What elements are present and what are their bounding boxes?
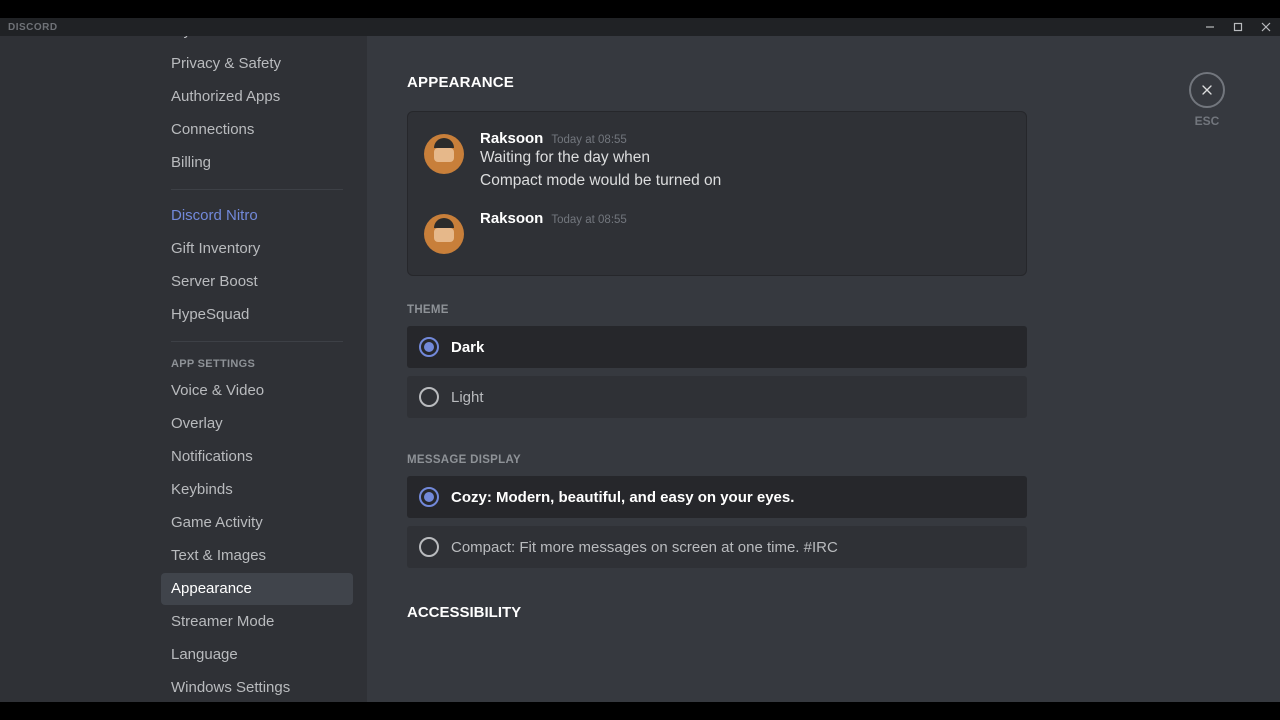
app-frame: My Account Privacy & Safety Authorized A… [0,36,1280,702]
sidebar-item-gift-inventory[interactable]: Gift Inventory [161,233,353,265]
theme-header: THEME [407,304,1027,316]
radio-icon [419,387,439,407]
radio-label: Cozy: Modern, beautiful, and easy on you… [451,489,794,506]
radio-icon [419,537,439,557]
sidebar-item-notifications[interactable]: Notifications [161,441,353,473]
esc-label: ESC [1195,114,1220,128]
sidebar-item-server-boost[interactable]: Server Boost [161,266,353,298]
sidebar-item-connections[interactable]: Connections [161,114,353,146]
letterbox-bottom [0,702,1280,720]
avatar [424,134,464,174]
close-button[interactable] [1189,72,1225,108]
sidebar-item-my-account[interactable]: My Account [161,36,353,47]
sidebar-item-streamer-mode[interactable]: Streamer Mode [161,606,353,638]
app-brand: DISCORD [8,22,58,33]
settings-sidebar: My Account Privacy & Safety Authorized A… [0,36,367,702]
radio-icon [419,337,439,357]
titlebar: DISCORD [0,18,1280,36]
sidebar-item-nitro[interactable]: Discord Nitro [161,200,353,232]
theme-radio-group: Dark Light [407,326,1027,418]
maximize-button[interactable] [1224,18,1252,36]
window-buttons [1196,18,1280,36]
theme-option-dark[interactable]: Dark [407,326,1027,368]
close-group: ESC [1189,72,1225,128]
preview-text: Compact mode would be turned on [480,170,1010,192]
sidebar-item-text-images[interactable]: Text & Images [161,540,353,572]
sidebar-item-authorized-apps[interactable]: Authorized Apps [161,81,353,113]
preview-timestamp: Today at 08:55 [551,214,626,226]
sidebar-divider [171,341,343,342]
close-window-button[interactable] [1252,18,1280,36]
sidebar-item-hypesquad[interactable]: HypeSquad [161,299,353,331]
message-display-header: MESSAGE DISPLAY [407,454,1027,466]
close-icon [1199,82,1215,98]
sidebar-item-keybinds[interactable]: Keybinds [161,474,353,506]
preview-message: Fluttering in the moonlight 😊 [408,111,1026,116]
sidebar-item-windows-settings[interactable]: Windows Settings [161,672,353,702]
radio-icon [419,487,439,507]
preview-timestamp: Today at 08:55 [551,134,626,146]
sidebar-item-privacy-safety[interactable]: Privacy & Safety [161,48,353,80]
sidebar-item-billing[interactable]: Billing [161,147,353,179]
sidebar-item-voice-video[interactable]: Voice & Video [161,375,353,407]
page-title: APPEARANCE [407,74,1027,91]
preview-text: Fluttering in the moonlight 😊 [480,111,1010,112]
message-display-radio-group: Cozy: Modern, beautiful, and easy on you… [407,476,1027,568]
radio-label: Light [451,389,484,406]
sidebar-item-appearance[interactable]: Appearance [161,573,353,605]
sidebar-item-game-activity[interactable]: Game Activity [161,507,353,539]
preview-message: Raksoon Today at 08:55 Waiting for the d… [408,126,1026,196]
preview-username: Raksoon [480,210,543,227]
sidebar-header-app-settings: APP SETTINGS [161,352,353,374]
theme-option-light[interactable]: Light [407,376,1027,418]
minimize-button[interactable] [1196,18,1224,36]
message-display-option-compact[interactable]: Compact: Fit more messages on screen at … [407,526,1027,568]
message-display-option-cozy[interactable]: Cozy: Modern, beautiful, and easy on you… [407,476,1027,518]
preview-message: Raksoon Today at 08:55 [408,206,1026,258]
preview-username: Raksoon [480,130,543,147]
sidebar-item-language[interactable]: Language [161,639,353,671]
sidebar-divider [171,189,343,190]
avatar [424,214,464,254]
sidebar-item-overlay[interactable]: Overlay [161,408,353,440]
preview-text: Waiting for the day when [480,147,1010,169]
accessibility-header: ACCESSIBILITY [407,604,1027,621]
letterbox-top [0,0,1280,18]
appearance-preview: Fluttering in the moonlight 😊 Raksoon To… [407,111,1027,276]
radio-label: Compact: Fit more messages on screen at … [451,539,838,556]
radio-label: Dark [451,339,484,356]
settings-content: ESC APPEARANCE Fluttering in the moonlig… [367,36,1280,702]
